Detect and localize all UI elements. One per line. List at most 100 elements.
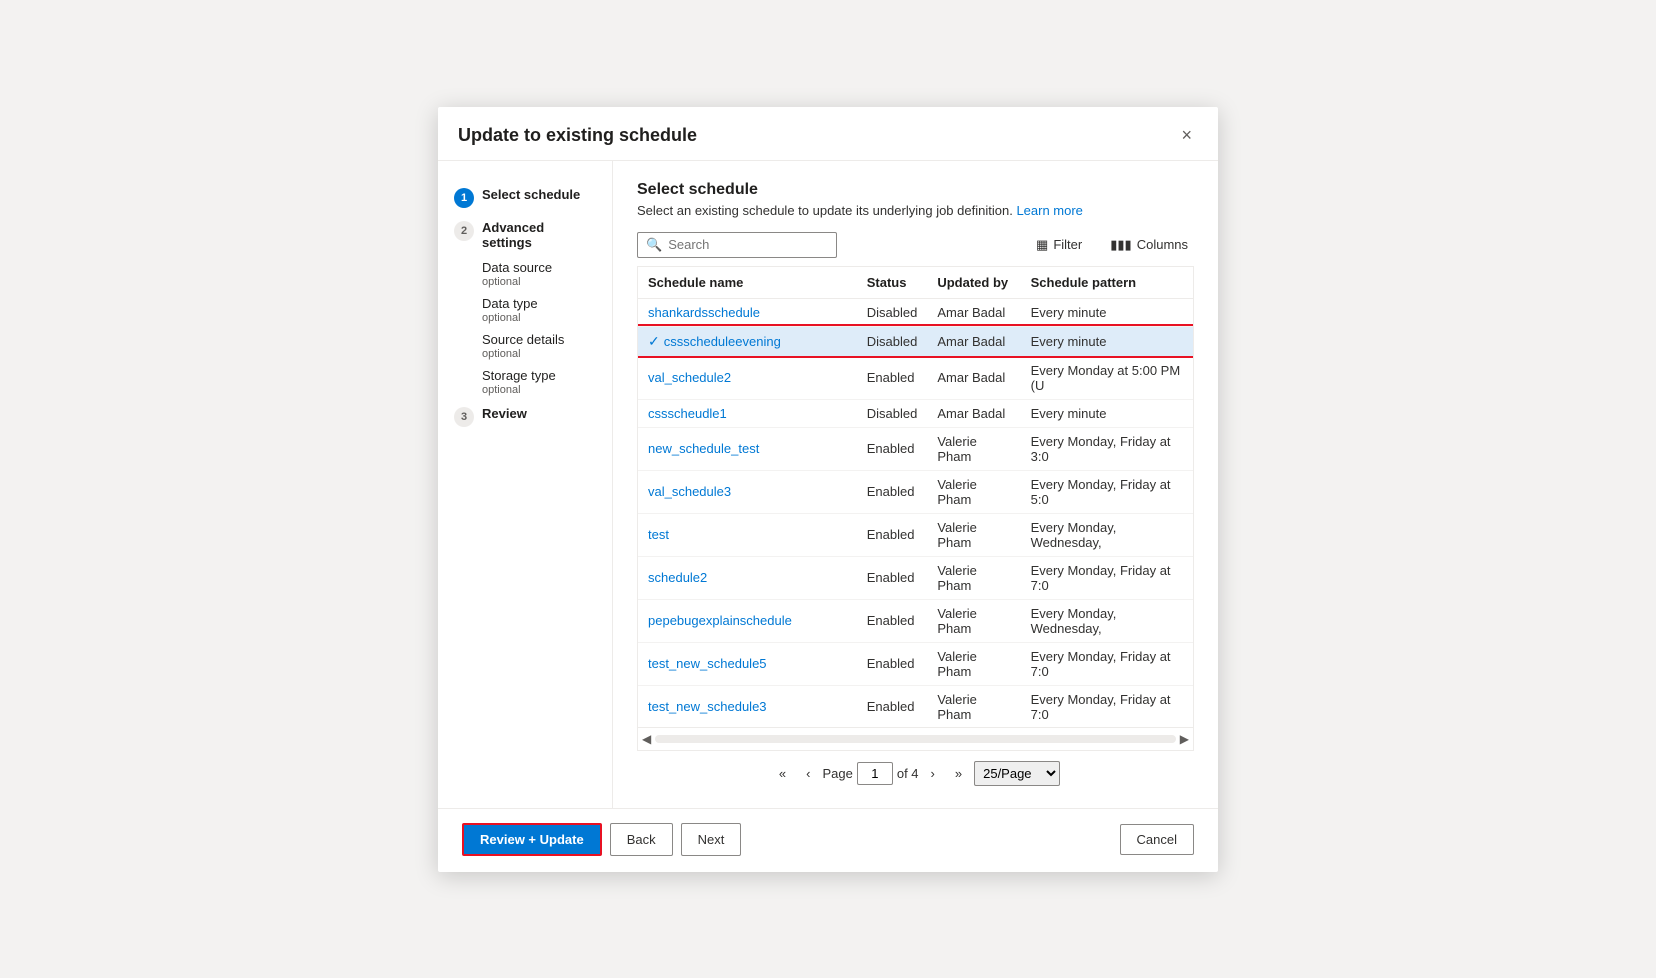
learn-more-link[interactable]: Learn more [1016, 203, 1082, 218]
filter-button[interactable]: ▦ Filter [1030, 233, 1088, 257]
schedule-name-link[interactable]: cssscheduleevening [664, 334, 781, 349]
sidebar-item-data-type[interactable]: Data type optional [450, 292, 600, 328]
per-page-select[interactable]: 25/Page 50/Page 100/Page [974, 761, 1060, 786]
next-page-button[interactable]: › [923, 762, 943, 785]
table-row[interactable]: pepebugexplainschedule EnabledValerie Pha… [638, 599, 1193, 642]
schedule-name-link[interactable]: test [648, 527, 669, 542]
col-header-pattern: Schedule pattern [1021, 267, 1193, 299]
data-type-label: Data type [482, 296, 596, 311]
table-row[interactable]: ✓ cssscheduleevening DisabledAmar BadalEve… [638, 326, 1193, 356]
review-update-button[interactable]: Review + Update [462, 823, 602, 856]
dialog-title: Update to existing schedule [458, 125, 697, 146]
update-schedule-dialog: Update to existing schedule × 1 Select s… [438, 107, 1218, 872]
schedule-status: Enabled [857, 599, 928, 642]
main-content: Select schedule Select an existing sched… [613, 161, 1218, 808]
schedule-pattern: Every Monday, Wednesday, [1021, 599, 1193, 642]
schedule-name-link[interactable]: pepebugexplainschedule [648, 613, 792, 628]
cancel-button[interactable]: Cancel [1120, 824, 1194, 855]
filter-icon: ▦ [1036, 237, 1048, 253]
schedule-updated-by: Valerie Pham [927, 427, 1020, 470]
table-scroll[interactable]: Schedule name Status Updated by Schedule… [638, 267, 1193, 727]
col-header-status: Status [857, 267, 928, 299]
schedule-status: Enabled [857, 556, 928, 599]
storage-type-label: Storage type [482, 368, 596, 383]
first-page-button[interactable]: « [771, 762, 794, 785]
schedule-status: Disabled [857, 326, 928, 356]
schedule-name-link[interactable]: val_schedule2 [648, 370, 731, 385]
schedule-name-link[interactable]: val_schedule3 [648, 484, 731, 499]
schedule-updated-by: Amar Badal [927, 399, 1020, 427]
table-row[interactable]: test_new_schedule3EnabledValerie PhamEve… [638, 685, 1193, 727]
last-page-button[interactable]: » [947, 762, 970, 785]
schedule-status: Enabled [857, 470, 928, 513]
data-type-sublabel: optional [482, 312, 596, 324]
prev-page-button[interactable]: ‹ [798, 762, 818, 785]
table-row[interactable]: cssscheudle1DisabledAmar BadalEvery minu… [638, 399, 1193, 427]
schedule-status: Enabled [857, 685, 928, 727]
main-title: Select schedule [637, 181, 1194, 199]
columns-button[interactable]: ▮▮▮ Columns [1104, 233, 1194, 257]
schedule-name-link[interactable]: test_new_schedule3 [648, 699, 767, 714]
schedule-name-link[interactable]: shankardsschedule [648, 305, 760, 320]
schedule-name-link[interactable]: schedule2 [648, 570, 707, 585]
table-row[interactable]: val_schedule2 EnabledAmar BadalEvery Mond… [638, 356, 1193, 399]
search-box: 🔍 [637, 232, 837, 258]
schedule-pattern: Every Monday, Friday at 5:0 [1021, 470, 1193, 513]
sidebar-item-source-details[interactable]: Source details optional [450, 328, 600, 364]
close-button[interactable]: × [1175, 123, 1198, 148]
toolbar-right: ▦ Filter ▮▮▮ Columns [1030, 233, 1194, 257]
sidebar: 1 Select schedule 2 Advanced settings Da… [438, 161, 613, 808]
table-row[interactable]: testEnabledValerie PhamEvery Monday, Wed… [638, 513, 1193, 556]
schedule-name-link[interactable]: cssscheudle1 [648, 406, 727, 421]
sidebar-item-review[interactable]: 3 Review [450, 400, 600, 433]
col-header-name: Schedule name [638, 267, 857, 299]
schedule-updated-by: Valerie Pham [927, 556, 1020, 599]
step-1-label: Select schedule [482, 187, 580, 202]
step-3-label: Review [482, 406, 527, 421]
data-source-label: Data source [482, 260, 596, 275]
table-row[interactable]: val_schedule3 EnabledValerie PhamEvery Mo… [638, 470, 1193, 513]
sidebar-item-select-schedule[interactable]: 1 Select schedule [450, 181, 600, 214]
sidebar-item-data-source[interactable]: Data source optional [450, 256, 600, 292]
horizontal-scrollbar[interactable] [655, 735, 1176, 743]
main-subtitle: Select an existing schedule to update it… [637, 203, 1194, 218]
schedule-name-link[interactable]: test_new_schedule5 [648, 656, 767, 671]
page-number-input[interactable] [857, 762, 893, 785]
source-details-sublabel: optional [482, 348, 596, 360]
scroll-right-button[interactable]: ▶ [1176, 732, 1193, 746]
dialog-body: 1 Select schedule 2 Advanced settings Da… [438, 161, 1218, 808]
search-input[interactable] [668, 237, 828, 252]
schedule-name-link[interactable]: new_schedule_test [648, 441, 759, 456]
pagination: « ‹ Page of 4 › » 25/Page 50/Page 100/Pa… [637, 751, 1194, 792]
table-row[interactable]: new_schedule_testEnabledValerie PhamEver… [638, 427, 1193, 470]
sidebar-item-advanced-settings[interactable]: 2 Advanced settings [450, 214, 600, 256]
storage-type-sublabel: optional [482, 384, 596, 396]
schedule-updated-by: Amar Badal [927, 356, 1020, 399]
schedule-status: Enabled [857, 513, 928, 556]
table-row[interactable]: schedule2 EnabledValerie PhamEvery Monday… [638, 556, 1193, 599]
data-source-sublabel: optional [482, 276, 596, 288]
schedule-status: Enabled [857, 356, 928, 399]
table-row[interactable]: test_new_schedule5EnabledValerie PhamEve… [638, 642, 1193, 685]
schedule-updated-by: Amar Badal [927, 298, 1020, 326]
schedule-updated-by: Valerie Pham [927, 599, 1020, 642]
columns-icon: ▮▮▮ [1110, 237, 1131, 253]
table-row[interactable]: shankardsscheduleDisabledAmar BadalEvery… [638, 298, 1193, 326]
schedule-status: Disabled [857, 399, 928, 427]
schedule-updated-by: Valerie Pham [927, 470, 1020, 513]
back-button[interactable]: Back [610, 823, 673, 856]
schedule-updated-by: Amar Badal [927, 326, 1020, 356]
selected-check-icon: ✓ [648, 333, 660, 350]
next-button[interactable]: Next [681, 823, 742, 856]
schedule-updated-by: Valerie Pham [927, 642, 1020, 685]
schedule-pattern: Every Monday, Friday at 7:0 [1021, 556, 1193, 599]
step-1-indicator: 1 [454, 188, 474, 208]
schedule-pattern: Every Monday, Friday at 3:0 [1021, 427, 1193, 470]
schedule-pattern: Every minute [1021, 326, 1193, 356]
sidebar-item-storage-type[interactable]: Storage type optional [450, 364, 600, 400]
schedule-pattern: Every Monday at 5:00 PM (U [1021, 356, 1193, 399]
scroll-left-button[interactable]: ◀ [638, 732, 655, 746]
schedule-table: Schedule name Status Updated by Schedule… [638, 267, 1193, 727]
page-label: Page [822, 766, 852, 781]
source-details-label: Source details [482, 332, 596, 347]
